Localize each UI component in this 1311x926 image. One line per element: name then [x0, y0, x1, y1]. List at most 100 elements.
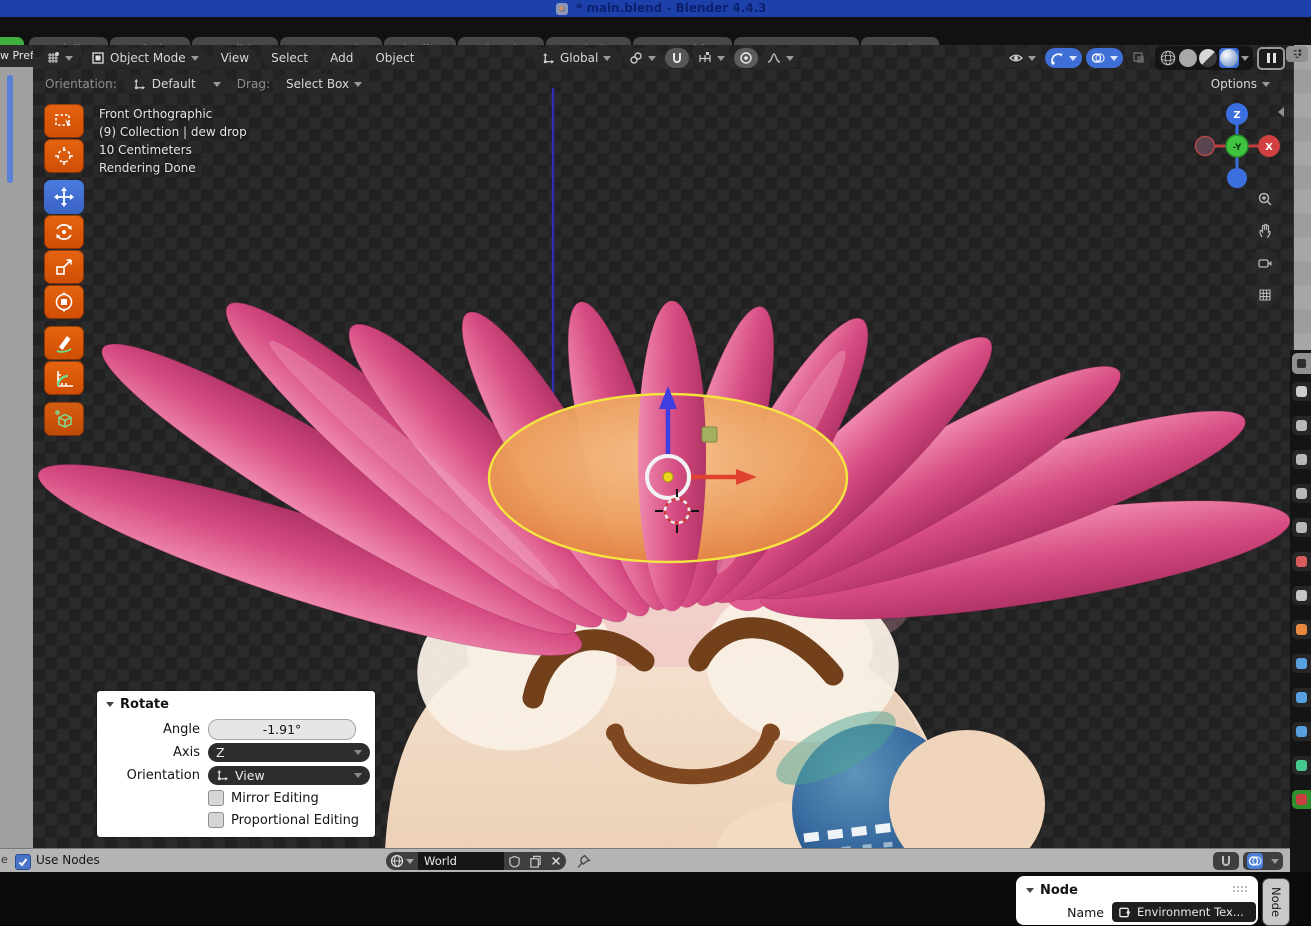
world-tab-icon[interactable]: [1292, 552, 1311, 571]
menu-view[interactable]: View: [211, 48, 259, 68]
shading-rendered-button[interactable]: [1219, 48, 1239, 68]
chevron-down-icon: [354, 772, 362, 778]
viewport-info-line: Rendering Done: [99, 161, 196, 175]
collection-tab-icon[interactable]: [1292, 586, 1311, 605]
axis-y-label: -Y: [1233, 143, 1242, 153]
chevron-down-icon: [603, 55, 612, 61]
material-tab-icon[interactable]: [1292, 790, 1311, 809]
tool-tab-icon[interactable]: [1292, 382, 1311, 401]
preferences-window-edge: w Prefe: [0, 45, 35, 848]
xray-toggle[interactable]: [1127, 48, 1151, 68]
gizmo-y-handle[interactable]: [701, 426, 718, 443]
orientation-default-dropdown[interactable]: Default: [123, 74, 230, 94]
editor-type-button[interactable]: [41, 48, 78, 68]
view-layer-tab-icon[interactable]: [1292, 484, 1311, 503]
menu-select[interactable]: Select: [262, 48, 318, 68]
object-visibility-button[interactable]: [1004, 48, 1041, 68]
world-name-field[interactable]: World: [418, 852, 504, 870]
properties-panel-edge: [1290, 350, 1311, 872]
viewport-info-line: Front Orthographic: [99, 107, 213, 121]
tool-annotate-button[interactable]: [44, 326, 84, 360]
axis-neg-z-ball[interactable]: [1227, 168, 1247, 188]
snap-toggle-button[interactable]: [665, 48, 690, 68]
node-name-field[interactable]: Environment Tex...: [1112, 902, 1256, 922]
navigation-axis-gizmo[interactable]: Z X -Y: [1187, 96, 1287, 196]
modifiers-tab-icon[interactable]: [1292, 654, 1311, 673]
shading-material-preview-button[interactable]: [1199, 49, 1217, 67]
outliner-editor-type-button[interactable]: [1286, 46, 1308, 62]
mirror-editing-checkbox[interactable]: [208, 790, 224, 806]
pause-render-button[interactable]: [1257, 46, 1285, 70]
axis-x-label: X: [1265, 142, 1273, 153]
render-tab-icon[interactable]: [1292, 416, 1311, 435]
object-data-tab-icon[interactable]: [1292, 756, 1311, 775]
menu-add[interactable]: Add: [321, 48, 363, 68]
world-browse-button[interactable]: [386, 852, 418, 870]
viewport-info-line: (9) Collection | dew drop: [99, 125, 247, 139]
pin-icon[interactable]: [576, 854, 591, 869]
orientation-dropdown[interactable]: View: [208, 765, 370, 785]
panel-collapse-icon[interactable]: [106, 702, 114, 707]
new-datablock-button[interactable]: [525, 852, 546, 870]
tool-cursor-button[interactable]: [44, 139, 84, 173]
blender-window: { "window": { "title": "* main.blend - B…: [0, 0, 1311, 926]
output-tab-icon[interactable]: [1292, 450, 1311, 469]
scene-tab-icon[interactable]: [1292, 518, 1311, 537]
object-origin-dot: [662, 471, 674, 483]
physics-tab-icon[interactable]: [1292, 722, 1311, 741]
angle-value-field[interactable]: -1.91°: [208, 718, 356, 740]
world-datablock-selector: World: [386, 852, 591, 870]
properties-editor-type-button[interactable]: [1292, 353, 1311, 374]
viewport-3d[interactable]: Object Mode View Select Add Object Globa…: [33, 45, 1293, 848]
chevron-down-icon: [190, 55, 199, 61]
tool-move-button-active[interactable]: [44, 180, 84, 214]
proportional-editing-toggle[interactable]: [734, 48, 759, 68]
tool-transform-button[interactable]: [44, 285, 84, 319]
shader-overlays-toggle[interactable]: [1243, 852, 1283, 870]
pan-view-button[interactable]: [1251, 217, 1278, 244]
options-dropdown[interactable]: Options: [1201, 74, 1279, 94]
transform-orientation-dropdown[interactable]: Global: [533, 48, 621, 68]
unlink-button[interactable]: [546, 852, 566, 870]
shader-snap-toggle[interactable]: [1213, 852, 1239, 870]
fake-user-button[interactable]: [504, 852, 525, 870]
particles-tab-icon[interactable]: [1292, 688, 1311, 707]
snap-mode-button[interactable]: [693, 48, 731, 68]
object-tab-icon[interactable]: [1292, 620, 1311, 639]
shader-editor-header: e Use Nodes World: [0, 848, 1293, 874]
axis-neg-x-ball[interactable]: [1194, 135, 1216, 157]
panel-drag-handle[interactable]: [1232, 885, 1248, 892]
camera-view-button[interactable]: [1251, 249, 1278, 276]
gizmos-toggle[interactable]: [1045, 48, 1082, 68]
tool-scale-button[interactable]: [44, 250, 84, 284]
shader-editor-body[interactable]: Node Name Environment Tex...: [0, 872, 1311, 925]
chevron-down-icon: [1028, 55, 1036, 61]
proportional-falloff-button[interactable]: [762, 48, 800, 68]
overlays-toggle[interactable]: [1086, 48, 1123, 68]
menu-object[interactable]: Object: [366, 48, 424, 68]
axis-dropdown[interactable]: Z: [208, 742, 370, 762]
orthographic-view-button[interactable]: [1251, 281, 1278, 308]
tool-measure-button[interactable]: [44, 361, 84, 395]
proportional-editing-checkbox[interactable]: [208, 812, 224, 828]
sidebar-tab-node[interactable]: Node: [1262, 878, 1290, 926]
tool-add-cube-button[interactable]: [44, 402, 84, 436]
tool-select-box-button[interactable]: [44, 104, 84, 138]
mode-dropdown[interactable]: Object Mode: [82, 48, 208, 68]
chevron-down-icon: [1262, 81, 1270, 87]
snap-pivot-button[interactable]: [624, 48, 662, 68]
viewport-info-text: Front Orthographic (9) Collection | dew d…: [99, 105, 247, 177]
tool-rotate-button[interactable]: [44, 215, 84, 249]
shading-wireframe-button[interactable]: [1159, 49, 1177, 67]
chevron-down-icon: [1271, 858, 1279, 864]
use-nodes-checkbox[interactable]: [15, 854, 31, 870]
sidebar-collapse-icon[interactable]: [1278, 107, 1284, 117]
panel-collapse-icon[interactable]: [1026, 888, 1034, 893]
zoom-view-button[interactable]: [1251, 185, 1278, 212]
drag-select-box-dropdown[interactable]: Select Box: [276, 74, 372, 94]
chevron-down-icon: [65, 55, 73, 61]
shading-solid-button[interactable]: [1179, 49, 1197, 67]
chevron-down-icon: [1241, 55, 1249, 61]
outliner-panel-edge[interactable]: [1293, 45, 1311, 350]
preferences-scrollbar[interactable]: [7, 75, 13, 183]
